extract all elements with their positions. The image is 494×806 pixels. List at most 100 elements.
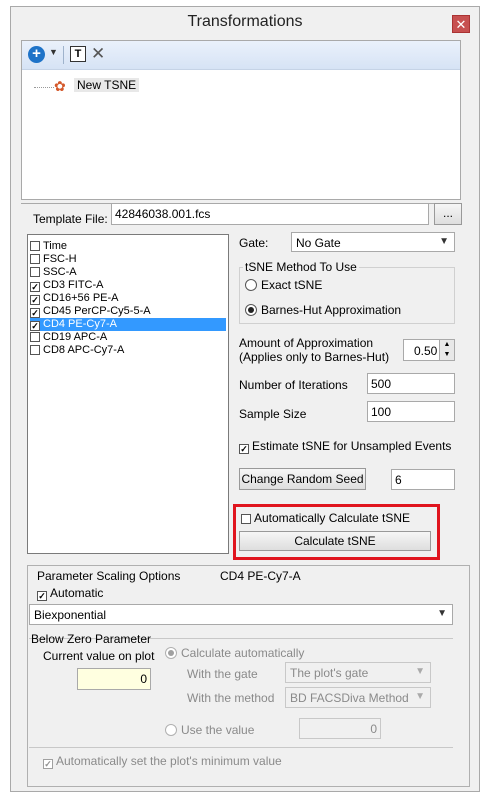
with-method-select[interactable]: BD FACSDiva Method ▼ — [285, 687, 431, 708]
rename-icon[interactable]: T — [70, 46, 86, 62]
iterations-label: Number of Iterations — [239, 378, 348, 392]
parameter-item[interactable]: CD8 APC-Cy7-A — [30, 344, 226, 357]
tree-item-new-tsne[interactable]: New TSNE — [74, 78, 140, 92]
parameter-item-selected[interactable]: ✓ CD4 PE-Cy7-A — [30, 318, 226, 331]
parameter-label: Time — [43, 240, 68, 252]
tree-connector — [34, 87, 54, 88]
parameter-label: SSC-A — [43, 266, 77, 278]
approximation-label: Amount of Approximation — [239, 336, 374, 350]
estimate-option[interactable]: ✓ Estimate tSNE for Unsampled Events — [239, 439, 451, 454]
spin-up-icon[interactable]: ▲ — [439, 340, 454, 350]
parameter-item[interactable]: ✓ CD45 PerCP-Cy5-5-A — [30, 305, 226, 318]
parameter-label: CD3 FITC-A — [43, 279, 104, 291]
below-zero-label: Below Zero Parameter — [31, 632, 152, 646]
parameter-checkbox[interactable]: ✓ — [30, 282, 40, 292]
current-value-label: Current value on plot — [43, 649, 155, 663]
chevron-down-icon: ▼ — [439, 236, 449, 247]
chevron-down-icon: ▼ — [437, 608, 447, 619]
use-value-input[interactable]: 0 — [299, 718, 381, 739]
parameter-checkbox[interactable] — [30, 254, 40, 264]
iterations-input[interactable]: 500 — [367, 373, 455, 394]
auto-min-label: Automatically set the plot's minimum val… — [56, 754, 282, 768]
barnes-hut-label: Barnes-Hut Approximation — [261, 303, 402, 317]
estimate-label: Estimate tSNE for Unsampled Events — [252, 439, 452, 453]
toolbar-separator — [63, 46, 64, 64]
scale-type-select[interactable]: Biexponential ▼ — [29, 604, 453, 625]
parameter-item[interactable]: FSC-H — [30, 253, 226, 266]
title-bar: Transformations ✕ — [11, 7, 479, 39]
exact-tsne-radio[interactable] — [245, 279, 257, 291]
exact-tsne-option[interactable]: Exact tSNE — [245, 278, 322, 292]
with-gate-value: The plot's gate — [290, 666, 369, 680]
parameter-checkbox[interactable] — [30, 267, 40, 277]
auto-min-checkbox[interactable]: ✓ — [43, 759, 53, 769]
parameter-item[interactable]: Time — [30, 240, 226, 253]
parameter-item[interactable]: ✓ CD16+56 PE-A — [30, 292, 226, 305]
auto-calculate-checkbox[interactable] — [241, 514, 251, 524]
calculate-automatically-radio[interactable] — [165, 647, 177, 659]
parameter-checkbox[interactable] — [30, 332, 40, 342]
parameter-label: CD16+56 PE-A — [43, 292, 119, 304]
gate-select[interactable]: No Gate ▼ — [291, 232, 455, 252]
parameter-label: CD8 APC-Cy7-A — [43, 344, 125, 356]
spin-down-icon[interactable]: ▼ — [439, 350, 454, 360]
with-method-value: BD FACSDiva Method — [290, 691, 409, 705]
parameter-item[interactable]: SSC-A — [30, 266, 226, 279]
exact-tsne-label: Exact tSNE — [261, 278, 323, 292]
tsne-node-icon: ✿ — [54, 78, 66, 94]
scaling-parameter-name: CD4 PE-Cy7-A — [220, 569, 301, 583]
barnes-hut-radio[interactable] — [245, 304, 257, 316]
transformations-window: Transformations ✕ + ▼ T ✕ ✿ New TSNE Tem… — [10, 6, 480, 792]
parameter-checkbox[interactable]: ✓ — [30, 321, 40, 331]
add-transformation-icon[interactable]: + — [28, 46, 45, 63]
gate-label: Gate: — [239, 236, 269, 250]
calculate-automatically-label: Calculate automatically — [181, 646, 305, 660]
close-icon[interactable]: ✕ — [452, 15, 470, 33]
parameter-checkbox[interactable]: ✓ — [30, 308, 40, 318]
window-title: Transformations — [187, 13, 303, 30]
calculate-automatically-option[interactable]: Calculate automatically — [165, 646, 304, 660]
approximation-spinner[interactable]: 0.50 ▲ ▼ — [403, 339, 455, 361]
scaling-options-label: Parameter Scaling Options — [37, 569, 181, 583]
transformations-tree-panel: + ▼ T ✕ ✿ New TSNE — [21, 40, 461, 200]
with-method-label: With the method — [187, 691, 275, 705]
parameter-label: CD19 APC-A — [43, 331, 108, 343]
template-file-input[interactable]: 42846038.001.fcs — [111, 203, 429, 225]
parameter-item[interactable]: ✓ CD3 FITC-A — [30, 279, 226, 292]
tsne-method-group-label: tSNE Method To Use — [243, 260, 359, 274]
use-value-radio[interactable] — [165, 724, 177, 736]
automatic-label: Automatic — [50, 586, 104, 600]
browse-button[interactable]: ... — [434, 203, 462, 225]
delete-icon[interactable]: ✕ — [91, 44, 105, 64]
parameter-checkbox[interactable]: ✓ — [30, 295, 40, 305]
tree-toolbar: + ▼ T ✕ — [22, 41, 460, 70]
auto-min-option[interactable]: ✓ Automatically set the plot's minimum va… — [43, 754, 282, 769]
parameter-label: FSC-H — [43, 253, 77, 265]
parameter-checkbox[interactable] — [30, 345, 40, 355]
automatic-checkbox[interactable]: ✓ — [37, 591, 47, 601]
scale-type-value: Biexponential — [34, 608, 107, 622]
auto-calculate-option[interactable]: Automatically Calculate tSNE — [241, 511, 410, 525]
use-value-label: Use the value — [181, 723, 255, 737]
change-random-seed-button[interactable]: Change Random Seed — [239, 468, 366, 490]
parameter-label: CD4 PE-Cy7-A — [43, 318, 117, 330]
sample-size-label: Sample Size — [239, 407, 307, 421]
add-dropdown-icon[interactable]: ▼ — [49, 47, 58, 57]
approximation-sublabel: (Applies only to Barnes-Hut) — [239, 350, 390, 364]
sample-size-input[interactable]: 100 — [367, 401, 455, 422]
use-value-option[interactable]: Use the value — [165, 723, 254, 737]
estimate-checkbox[interactable]: ✓ — [239, 444, 249, 454]
parameter-list[interactable]: Time FSC-H SSC-A ✓ CD3 FITC-A ✓ CD16+56 PE… — [27, 234, 229, 554]
barnes-hut-option[interactable]: Barnes-Hut Approximation — [245, 303, 401, 317]
random-seed-input[interactable]: 6 — [391, 469, 455, 490]
current-value-input[interactable]: 0 — [77, 668, 151, 690]
bottom-separator — [29, 747, 453, 748]
parameter-item[interactable]: CD19 APC-A — [30, 331, 226, 344]
parameter-checkbox[interactable] — [30, 241, 40, 251]
automatic-option[interactable]: ✓ Automatic — [37, 586, 103, 601]
parameter-label: CD45 PerCP-Cy5-5-A — [43, 305, 151, 317]
chevron-down-icon: ▼ — [415, 691, 425, 702]
with-gate-label: With the gate — [187, 667, 258, 681]
with-gate-select[interactable]: The plot's gate ▼ — [285, 662, 431, 683]
calculate-tsne-button[interactable]: Calculate tSNE — [239, 531, 431, 551]
